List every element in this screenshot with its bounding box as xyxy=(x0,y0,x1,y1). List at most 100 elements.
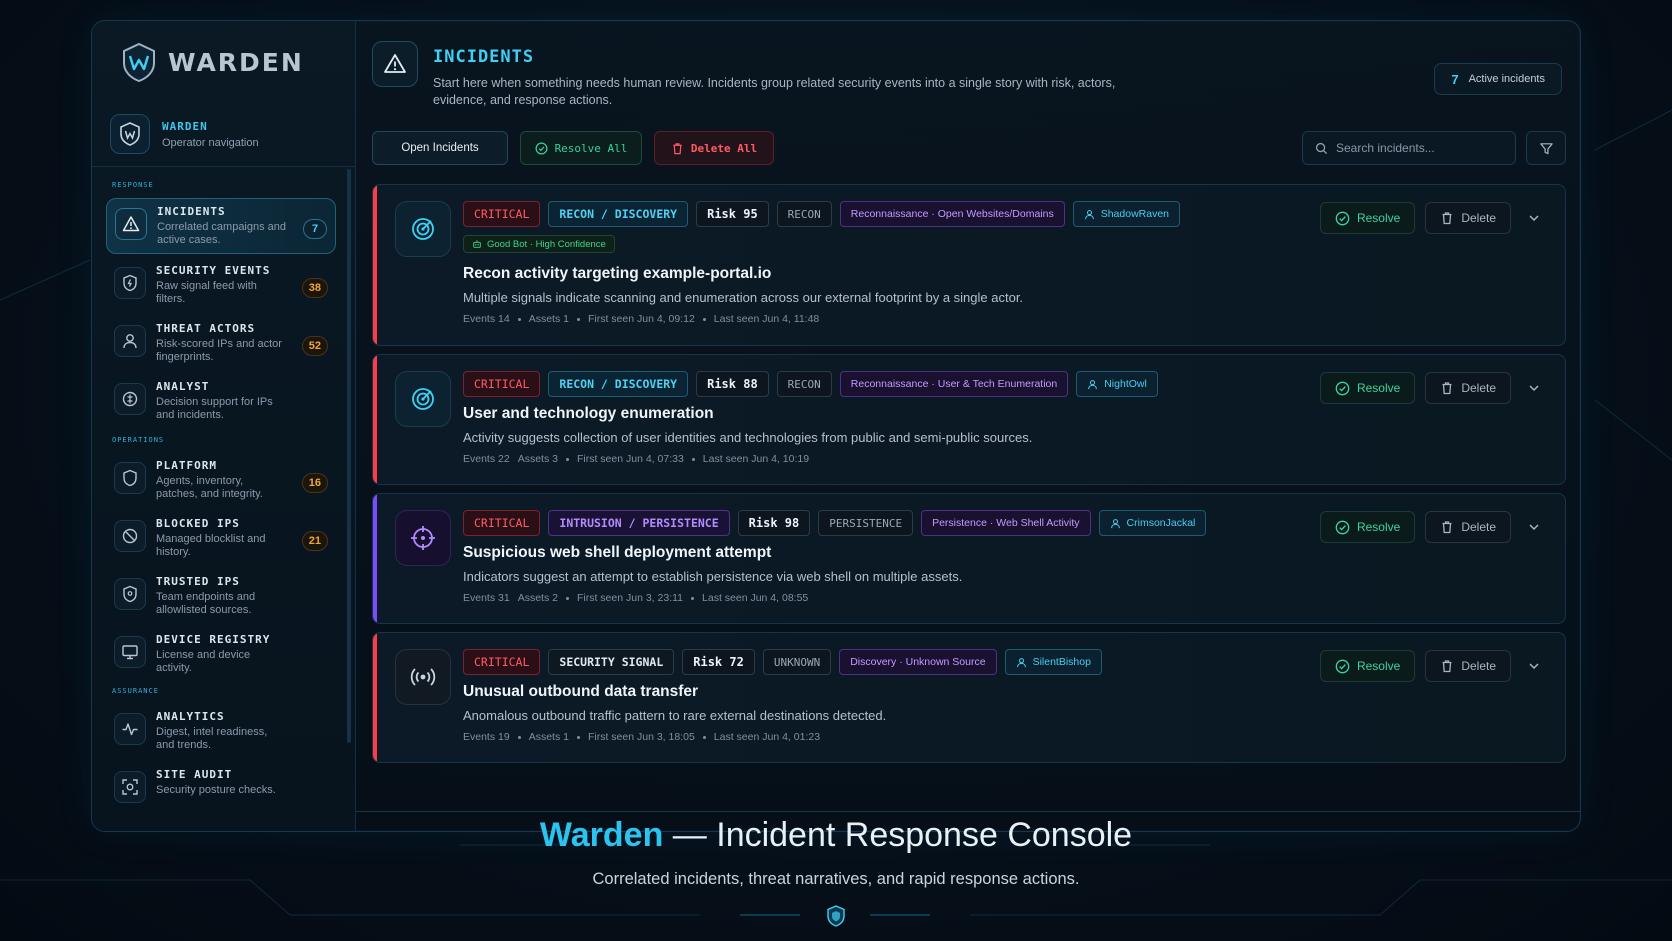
sidebar-item-desc: Risk-scored IPs and actor fingerprints. xyxy=(156,338,282,363)
main-content: INCIDENTS Start here when something need… xyxy=(356,21,1580,831)
sidebar-item-incidents[interactable]: INCIDENTS Correlated campaigns and activ… xyxy=(106,198,336,254)
incident-card[interactable]: CRITICAL RECON / DISCOVERY Risk 88 RECON… xyxy=(372,354,1566,485)
sidebar-item-security-events[interactable]: SECURITY EVENTS Raw signal feed with fil… xyxy=(106,258,336,312)
delete-button[interactable]: Delete xyxy=(1425,372,1511,404)
operator-shield-icon xyxy=(110,114,150,154)
search-input[interactable] xyxy=(1336,141,1506,155)
delete-button[interactable]: Delete xyxy=(1425,511,1511,543)
incident-title[interactable]: Recon activity targeting example-portal.… xyxy=(463,265,771,283)
chevron-down-icon[interactable] xyxy=(1521,372,1547,404)
sidebar-item-blocked-ips[interactable]: BLOCKED IPS Managed blocklist and histor… xyxy=(106,511,336,565)
severity-tag: CRITICAL xyxy=(463,510,541,536)
open-incidents-tab[interactable]: Open Incidents xyxy=(372,131,508,165)
resolve-all-button[interactable]: Resolve All xyxy=(520,131,642,165)
incident-title[interactable]: Suspicious web shell deployment attempt xyxy=(463,544,771,562)
actor-tag[interactable]: CrimsonJackal xyxy=(1098,510,1207,536)
bot-label: Good Bot · High Confidence xyxy=(487,238,606,250)
sidebar-divider xyxy=(92,166,356,167)
incident-description: Activity suggests collection of user ide… xyxy=(463,430,1033,445)
incident-description: Indicators suggest an attempt to establi… xyxy=(463,569,963,584)
delete-label: Delete xyxy=(1461,520,1496,534)
check-circle-icon xyxy=(1335,659,1350,673)
actor-tag[interactable]: NightOwl xyxy=(1076,371,1158,397)
actor-name: ShadowRaven xyxy=(1100,208,1169,220)
brand: WARDEN xyxy=(118,41,304,83)
delete-all-button[interactable]: Delete All xyxy=(654,131,774,165)
sidebar-item-site-audit[interactable]: SITE AUDIT Security posture checks. xyxy=(106,762,336,809)
trash-icon xyxy=(1442,660,1452,673)
sidebar-item-device-registry[interactable]: DEVICE REGISTRY License and device activ… xyxy=(106,627,336,681)
first-seen: First seen Jun 3, 23:11 xyxy=(576,592,684,604)
resolve-button[interactable]: Resolve xyxy=(1319,650,1416,682)
radar-icon xyxy=(395,201,451,257)
resolve-label: Resolve xyxy=(1356,381,1401,395)
risk-tag: Risk 98 xyxy=(737,510,811,536)
search-box[interactable] xyxy=(1302,131,1516,165)
trash-icon xyxy=(1442,521,1452,534)
sidebar-item-title: DEVICE REGISTRY xyxy=(156,633,271,646)
sidebar-item-desc: Decision support for IPs and incidents. xyxy=(156,396,273,421)
sidebar-item-trusted-ips[interactable]: TRUSTED IPS Team endpoints and allowlist… xyxy=(106,569,336,623)
resolve-button[interactable]: Resolve xyxy=(1319,202,1416,234)
delete-button[interactable]: Delete xyxy=(1425,202,1511,234)
sidebar-item-threat-actors[interactable]: THREAT ACTORS Risk-scored IPs and actor … xyxy=(106,316,336,370)
events-count: Events 14 xyxy=(463,313,510,325)
incident-list: CRITICAL RECON / DISCOVERY Risk 95 RECON… xyxy=(372,184,1566,771)
sidebar-item-title: SITE AUDIT xyxy=(156,768,233,781)
sidebar-item-badge: 16 xyxy=(301,473,328,493)
caption-brand: Warden xyxy=(539,816,664,854)
resolve-button[interactable]: Resolve xyxy=(1319,372,1416,404)
resolve-all-label: Resolve All xyxy=(554,141,628,155)
sidebar-item-desc: Raw signal feed with filters. xyxy=(156,280,257,305)
block-icon xyxy=(114,520,146,552)
sidebar-item-desc: Correlated campaigns and active cases. xyxy=(157,221,287,246)
incident-tags: CRITICAL RECON / DISCOVERY Risk 95 RECON… xyxy=(463,201,1180,227)
technique-tag: Discovery · Unknown Source xyxy=(839,649,997,675)
warning-triangle-icon xyxy=(115,208,147,240)
first-seen: First seen Jun 3, 18:05 xyxy=(587,731,695,743)
incident-title[interactable]: Unusual outbound data transfer xyxy=(463,683,698,701)
shield-bolt-icon xyxy=(114,267,146,299)
actor-tag[interactable]: SilentBishop xyxy=(1004,649,1102,675)
compass-icon xyxy=(114,383,146,415)
chevron-down-icon[interactable] xyxy=(1521,202,1547,234)
radar-icon xyxy=(395,371,451,427)
resolve-label: Resolve xyxy=(1356,659,1401,673)
actor-tag[interactable]: ShadowRaven xyxy=(1072,201,1180,227)
operator-panel[interactable]: WARDEN Operator navigation xyxy=(110,109,340,159)
sidebar-item-title: ANALYST xyxy=(156,380,210,393)
phase-tag: RECON xyxy=(776,201,832,227)
caption-title: Warden — Incident Response Console xyxy=(0,816,1672,855)
incident-card[interactable]: CRITICAL RECON / DISCOVERY Risk 95 RECON… xyxy=(372,184,1566,346)
active-incidents-counter: 7 Active incidents xyxy=(1434,63,1562,95)
severity-accent-bar xyxy=(373,494,377,623)
crosshair-icon xyxy=(395,510,451,566)
user-icon xyxy=(1084,209,1094,219)
sidebar-item-title: SECURITY EVENTS xyxy=(156,264,271,277)
delete-button[interactable]: Delete xyxy=(1425,650,1511,682)
trash-icon xyxy=(1442,382,1452,395)
events-count: Events 22 xyxy=(463,453,510,465)
technique-tag: Reconnaissance · Open Websites/Domains xyxy=(839,201,1065,227)
delete-all-label: Delete All xyxy=(690,141,758,155)
sidebar-item-analyst[interactable]: ANALYST Decision support for IPs and inc… xyxy=(106,374,336,428)
delete-label: Delete xyxy=(1461,659,1496,673)
incident-card[interactable]: CRITICAL SECURITY SIGNAL Risk 72 UNKNOWN… xyxy=(372,632,1566,763)
incident-card[interactable]: CRITICAL INTRUSION / PERSISTENCE Risk 98… xyxy=(372,493,1566,624)
sidebar-item-platform[interactable]: PLATFORM Agents, inventory, patches, and… xyxy=(106,453,336,507)
incident-title[interactable]: User and technology enumeration xyxy=(463,405,714,423)
bot-classification-tag: Good Bot · High Confidence xyxy=(463,235,615,253)
incident-actions: Resolve Delete xyxy=(1319,650,1547,682)
sidebar-item-analytics[interactable]: ANALYTICS Digest, intel readiness, and t… xyxy=(106,704,336,758)
sidebar-nav: RESPONSE INCIDENTS Correlated campaigns … xyxy=(106,181,336,813)
severity-accent-bar xyxy=(373,633,377,762)
sidebar-scrollbar[interactable] xyxy=(347,169,351,743)
technique-tag: Reconnaissance · User & Tech Enumeration xyxy=(839,371,1069,397)
sidebar-item-badge: 7 xyxy=(303,219,327,239)
filter-button[interactable] xyxy=(1526,131,1566,165)
chevron-down-icon[interactable] xyxy=(1521,650,1547,682)
pulse-icon xyxy=(114,713,146,745)
resolve-button[interactable]: Resolve xyxy=(1319,511,1416,543)
chevron-down-icon[interactable] xyxy=(1521,511,1547,543)
delete-label: Delete xyxy=(1461,381,1496,395)
